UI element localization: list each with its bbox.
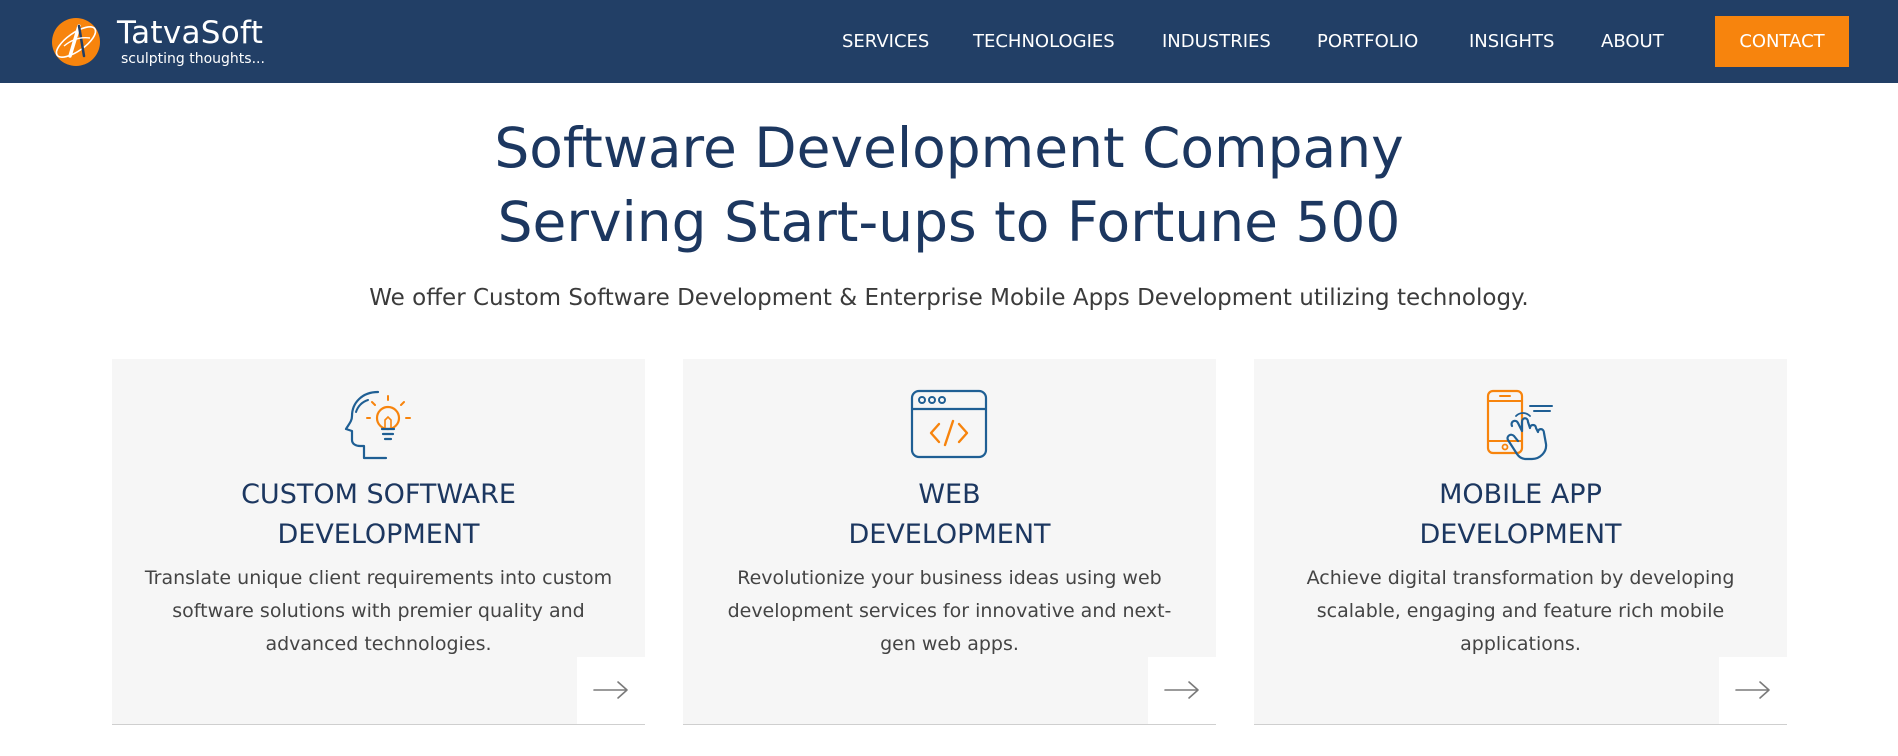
card-description-line-3: advanced technologies. [265, 633, 492, 655]
card-description-line-1: Revolutionize your business ideas using … [737, 567, 1162, 589]
nav-portfolio[interactable]: PORTFOLIO [1317, 0, 1418, 83]
top-navigation-bar: TatvaSoft sculpting thoughts... SERVICES… [0, 0, 1898, 83]
card-description-line-1: Achieve digital transformation by develo… [1306, 567, 1735, 589]
card-arrow-button[interactable] [1148, 657, 1216, 724]
card-title-line-1: MOBILE APP [1439, 479, 1602, 510]
card-title: MOBILE APP DEVELOPMENT [1254, 475, 1787, 555]
card-title-line-1: WEB [918, 479, 981, 510]
card-title-line-2: DEVELOPMENT [277, 519, 480, 550]
card-title-line-1: CUSTOM SOFTWARE [241, 479, 516, 510]
card-title-line-2: DEVELOPMENT [1419, 519, 1622, 550]
service-card-mobile-app[interactable]: MOBILE APP DEVELOPMENT Achieve digital t… [1254, 359, 1787, 725]
globe-logo-icon [52, 18, 100, 66]
card-description-line-2: scalable, engaging and feature rich mobi… [1316, 600, 1725, 622]
card-description: Translate unique client requirements int… [142, 562, 615, 661]
card-title-line-2: DEVELOPMENT [848, 519, 1051, 550]
head-lightbulb-icon [344, 390, 411, 460]
brand-logo[interactable]: TatvaSoft sculpting thoughts... [50, 15, 290, 70]
card-title: WEB DEVELOPMENT [683, 475, 1216, 555]
card-arrow-button[interactable] [577, 657, 645, 724]
card-description-line-2: development services for innovative and … [727, 600, 1172, 622]
brand-tagline: sculpting thoughts... [121, 51, 265, 67]
arrow-right-icon [1735, 681, 1770, 699]
service-card-web-development[interactable]: WEB DEVELOPMENT Revolutionize your busin… [683, 359, 1216, 725]
arrow-right-icon [1164, 681, 1199, 699]
card-title: CUSTOM SOFTWARE DEVELOPMENT [112, 475, 645, 555]
page-subtitle: We offer Custom Software Development & E… [369, 285, 1529, 311]
card-arrow-button[interactable] [1719, 657, 1787, 724]
card-description-line-1: Translate unique client requirements int… [144, 567, 613, 589]
nav-technologies[interactable]: TECHNOLOGIES [973, 0, 1115, 83]
card-description-line-3: gen web apps. [880, 633, 1019, 655]
nav-services[interactable]: SERVICES [842, 0, 929, 83]
card-description-line-3: applications. [1460, 633, 1581, 655]
nav-insights[interactable]: INSIGHTS [1469, 0, 1554, 83]
card-description: Achieve digital transformation by develo… [1284, 562, 1757, 661]
service-card-custom-software[interactable]: CUSTOM SOFTWARE DEVELOPMENT Translate un… [112, 359, 645, 725]
page-title: Software Development Company Serving Sta… [0, 111, 1898, 259]
arrow-right-icon [593, 681, 628, 699]
page-title-line-1: Software Development Company [494, 116, 1404, 180]
page-title-line-2: Serving Start-ups to Fortune 500 [497, 190, 1401, 254]
browser-code-icon [910, 389, 988, 459]
card-description: Revolutionize your business ideas using … [713, 562, 1186, 661]
nav-about[interactable]: ABOUT [1601, 0, 1664, 83]
card-description-line-2: software solutions with premier quality … [172, 600, 585, 622]
contact-button[interactable]: CONTACT [1715, 16, 1849, 67]
mobile-touch-icon [1486, 389, 1553, 461]
nav-industries[interactable]: INDUSTRIES [1162, 0, 1271, 83]
brand-name: TatvaSoft [117, 15, 264, 51]
